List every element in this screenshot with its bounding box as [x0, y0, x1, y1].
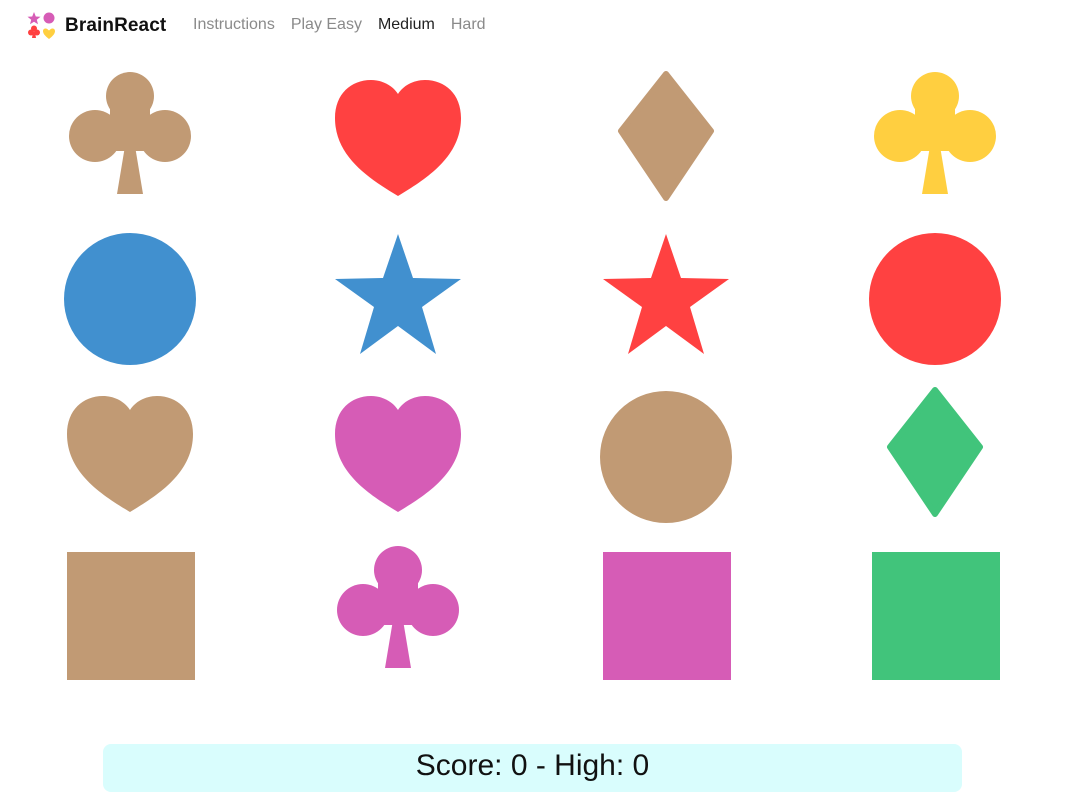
card-tan-diamond[interactable]: [591, 66, 741, 216]
nav-hard[interactable]: Hard: [451, 16, 486, 34]
card-tan-square[interactable]: [55, 540, 205, 690]
nav-medium[interactable]: Medium: [378, 16, 435, 34]
club-icon: [874, 72, 996, 194]
card-yellow-club[interactable]: [860, 66, 1010, 216]
card-tan-heart[interactable]: [55, 382, 205, 532]
club-icon: [69, 72, 191, 194]
square-icon: [872, 552, 1000, 680]
card-blue-star[interactable]: [323, 224, 473, 374]
square-icon: [67, 552, 195, 680]
card-red-star[interactable]: [591, 224, 741, 374]
card-red-heart[interactable]: [323, 66, 473, 216]
nav-play-easy[interactable]: Play Easy: [291, 16, 362, 34]
heart-icon: [67, 396, 193, 512]
card-green-square[interactable]: [860, 540, 1010, 690]
card-magenta-square[interactable]: [591, 540, 741, 690]
circle-icon: [869, 233, 1001, 365]
circle-icon: [64, 233, 196, 365]
card-magenta-heart[interactable]: [323, 382, 473, 532]
game-board: [0, 58, 1065, 688]
card-red-circle[interactable]: [860, 224, 1010, 374]
card-magenta-club[interactable]: [323, 540, 473, 690]
heart-icon: [335, 396, 461, 512]
brand-name: BrainReact: [65, 15, 167, 36]
star-icon: [603, 234, 729, 354]
star-icon: [335, 234, 461, 354]
navbar: BrainReact Instructions Play Easy Medium…: [0, 0, 1065, 52]
nav-instructions[interactable]: Instructions: [193, 16, 275, 34]
nav-menu: Instructions Play Easy Medium Hard: [193, 16, 502, 34]
club-icon: [337, 546, 459, 668]
diamond-icon: [887, 387, 983, 517]
brainreact-logo-icon: [26, 11, 58, 41]
card-green-diamond[interactable]: [860, 382, 1010, 532]
card-tan-circle[interactable]: [591, 382, 741, 532]
score-panel: Score: 0 - High: 0: [103, 744, 962, 792]
score-text: Score: 0 - High: 0: [415, 749, 650, 782]
card-blue-circle[interactable]: [55, 224, 205, 374]
brand-link[interactable]: BrainReact: [26, 11, 166, 41]
diamond-icon: [618, 71, 714, 201]
circle-icon: [600, 391, 732, 523]
heart-icon: [335, 80, 461, 196]
square-icon: [603, 552, 731, 680]
card-tan-club[interactable]: [55, 66, 205, 216]
